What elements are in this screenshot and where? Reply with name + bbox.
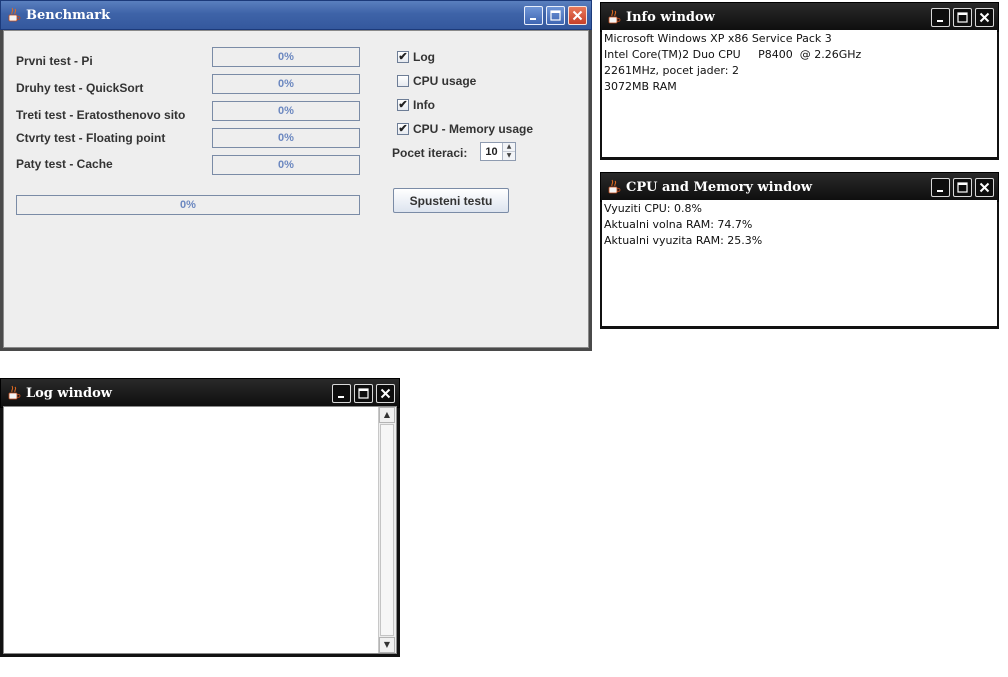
close-button[interactable]: [975, 177, 994, 197]
minimize-icon: [937, 189, 943, 192]
maximize-icon: [957, 11, 968, 23]
minimize-icon: [530, 17, 536, 20]
cpu-usage-line: Vyuziti CPU: 0.8%: [604, 202, 702, 215]
maximize-button[interactable]: [953, 7, 972, 27]
window-title: Log window: [26, 385, 112, 401]
checkbox-label: Info: [413, 98, 435, 112]
progress-text: 0%: [278, 51, 294, 63]
test-label-quicksort: Druhy test - QuickSort: [16, 81, 144, 95]
minimize-icon: [338, 395, 344, 398]
minimize-button[interactable]: [931, 177, 950, 197]
total-progress-bar: 0%: [16, 195, 360, 215]
checkbox-info[interactable]: ✔ Info: [397, 98, 435, 112]
info-window: Info window Microsoft Windows XP x86 Ser…: [600, 2, 999, 160]
checkbox-cpu-memory-usage[interactable]: ✔ CPU - Memory usage: [397, 122, 533, 136]
info-line: Microsoft Windows XP x86 Service Pack 3: [604, 32, 832, 45]
close-icon: [380, 388, 391, 398]
benchmark-titlebar[interactable]: Benchmark: [0, 0, 592, 30]
minimize-button[interactable]: [332, 383, 351, 403]
progress-text: 0%: [278, 105, 294, 117]
free-ram-line: Aktualni volna RAM: 74.7%: [604, 218, 753, 231]
close-button[interactable]: [376, 383, 395, 403]
info-titlebar[interactable]: Info window: [600, 2, 999, 32]
close-button[interactable]: [975, 7, 994, 27]
progress-text: 0%: [180, 199, 196, 211]
benchmark-content: Prvni test - Pi 0% Druhy test - QuickSor…: [3, 30, 589, 348]
vertical-scrollbar[interactable]: ▲ ▼: [378, 407, 396, 653]
info-line: 2261MHz, pocet jader: 2: [604, 64, 739, 77]
test-label-cache: Paty test - Cache: [16, 157, 113, 171]
close-icon: [572, 10, 583, 20]
info-line: 3072MB RAM: [604, 80, 677, 93]
iterations-value[interactable]: 10: [481, 146, 502, 158]
checkbox-label: CPU usage: [413, 74, 477, 88]
cpu-memory-content: Vyuziti CPU: 0.8% Aktualni volna RAM: 74…: [602, 200, 997, 326]
progress-bar-floating-point: 0%: [212, 128, 360, 148]
close-button[interactable]: [568, 5, 587, 25]
java-cup-icon: [7, 7, 21, 23]
progress-text: 0%: [278, 78, 294, 90]
maximize-button[interactable]: [546, 5, 565, 25]
java-cup-icon: [607, 179, 621, 195]
java-cup-icon: [7, 385, 21, 401]
maximize-button[interactable]: [953, 177, 972, 197]
java-cup-icon: [607, 9, 621, 25]
checkbox-log[interactable]: ✔ Log: [397, 50, 435, 64]
minimize-button[interactable]: [524, 5, 543, 25]
log-window: Log window ▲ ▼: [0, 378, 400, 657]
spinner-up-icon[interactable]: ▲: [503, 143, 515, 151]
log-titlebar[interactable]: Log window: [0, 378, 400, 408]
benchmark-window: Benchmark Prvni test - Pi 0% Druhy test …: [0, 0, 592, 351]
scroll-up-icon[interactable]: ▲: [379, 407, 395, 423]
minimize-button[interactable]: [931, 7, 950, 27]
maximize-icon: [358, 387, 369, 399]
checkbox-label: Log: [413, 50, 435, 64]
window-title: Benchmark: [26, 7, 111, 23]
progress-bar-cache: 0%: [212, 155, 360, 175]
progress-text: 0%: [278, 159, 294, 171]
info-content: Microsoft Windows XP x86 Service Pack 3 …: [602, 30, 997, 157]
minimize-icon: [937, 19, 943, 22]
progress-text: 0%: [278, 132, 294, 144]
iterations-spinner[interactable]: 10 ▲ ▼: [480, 142, 516, 161]
checkbox-cpu-usage[interactable]: CPU usage: [397, 74, 476, 88]
maximize-icon: [550, 9, 561, 21]
spinner-down-icon[interactable]: ▼: [503, 151, 515, 160]
scroll-down-icon[interactable]: ▼: [379, 637, 395, 653]
log-content: ▲ ▼: [3, 406, 397, 654]
iterations-label: Pocet iteraci:: [392, 146, 468, 160]
window-title: CPU and Memory window: [626, 179, 813, 195]
cpu-memory-titlebar[interactable]: CPU and Memory window: [600, 172, 999, 202]
check-icon: ✔: [397, 98, 409, 111]
test-label-pi: Prvni test - Pi: [16, 54, 93, 68]
info-line: Intel Core(TM)2 Duo CPU P8400 @ 2.26GHz: [604, 48, 862, 61]
maximize-button[interactable]: [354, 383, 373, 403]
close-icon: [979, 182, 990, 192]
checkbox-label: CPU - Memory usage: [413, 122, 534, 136]
test-label-eratosthenes: Treti test - Eratosthenovo sito: [16, 108, 186, 122]
progress-bar-eratosthenes: 0%: [212, 101, 360, 121]
unchecked-box-icon: [397, 75, 409, 87]
window-title: Info window: [626, 9, 715, 25]
cpu-memory-window: CPU and Memory window Vyuziti CPU: 0.8% …: [600, 172, 999, 329]
close-icon: [979, 12, 990, 22]
check-icon: ✔: [397, 50, 409, 63]
scrollbar-thumb[interactable]: [380, 424, 394, 636]
check-icon: ✔: [397, 122, 409, 135]
maximize-icon: [957, 181, 968, 193]
progress-bar-pi: 0%: [212, 47, 360, 67]
run-test-button[interactable]: Spusteni testu: [393, 188, 509, 213]
progress-bar-quicksort: 0%: [212, 74, 360, 94]
used-ram-line: Aktualni vyuzita RAM: 25.3%: [604, 234, 763, 247]
test-label-floating-point: Ctvrty test - Floating point: [16, 131, 166, 145]
